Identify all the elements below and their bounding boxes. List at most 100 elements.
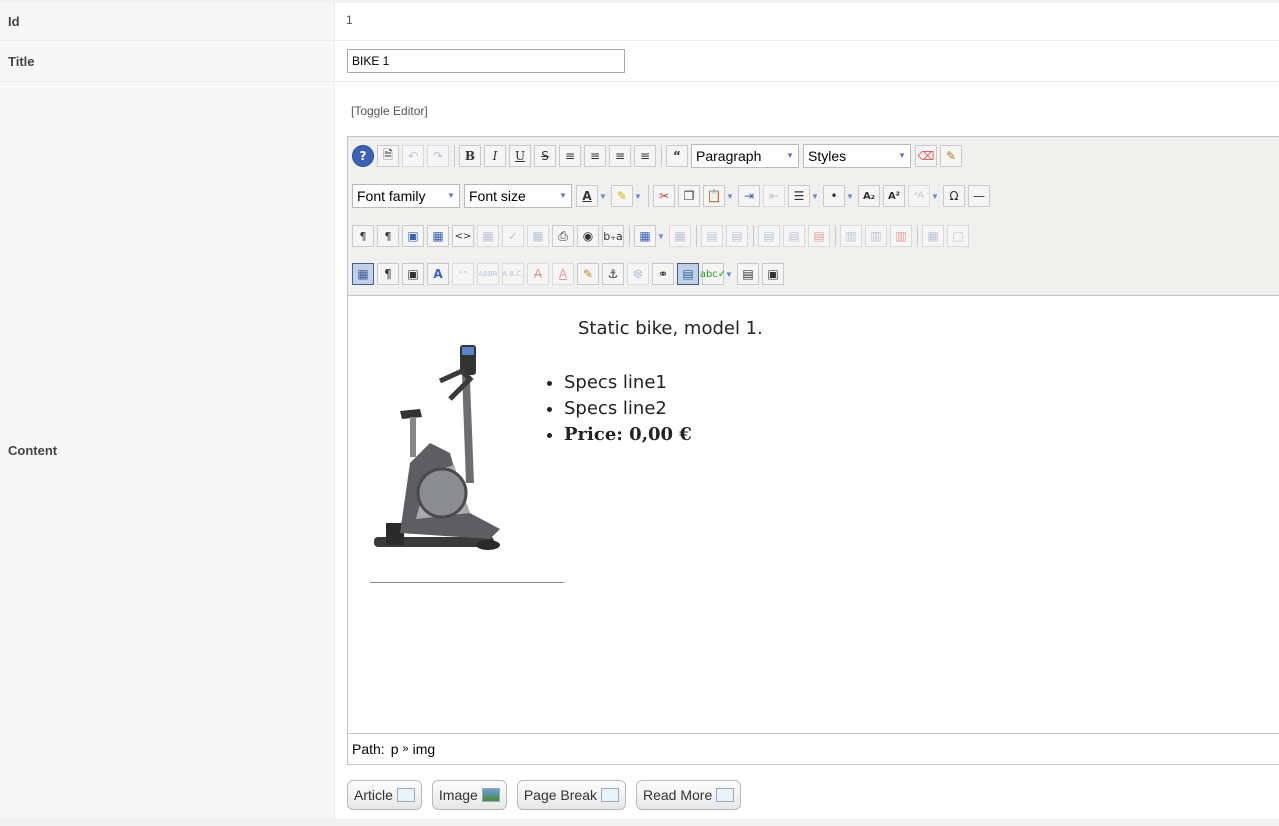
abbreviation-icon[interactable]: ABBR bbox=[477, 263, 499, 285]
separator bbox=[917, 225, 918, 247]
table-col-after-icon[interactable]: ▥ bbox=[865, 225, 887, 247]
replace-icon[interactable]: b₊a bbox=[602, 225, 624, 247]
acronym-icon[interactable]: A.B.C. bbox=[502, 263, 524, 285]
show-blocks-icon[interactable]: ¶ bbox=[377, 263, 399, 285]
toggle-editor-link[interactable]: [Toggle Editor] bbox=[351, 104, 428, 118]
spellcheck-icon[interactable]: abc✓ bbox=[700, 263, 726, 285]
table-col-before-icon[interactable]: ▥ bbox=[840, 225, 862, 247]
insert-time-icon[interactable]: ✓ bbox=[502, 225, 524, 247]
link-icon[interactable]: ⚭ bbox=[652, 263, 674, 285]
outdent-icon[interactable]: ⇤ bbox=[763, 185, 785, 207]
editor-content[interactable]: Static bike, model 1. Specs line1 Specs … bbox=[348, 296, 1279, 733]
format-select[interactable]: Paragraph ▼ bbox=[691, 144, 799, 168]
underline-icon[interactable]: U bbox=[509, 145, 531, 167]
table-row-before-icon[interactable]: ▤ bbox=[758, 225, 780, 247]
table-cell-props-icon[interactable]: ▤ bbox=[726, 225, 748, 247]
page-break-button[interactable]: Page Break bbox=[516, 780, 626, 810]
superscript-icon[interactable]: A² bbox=[883, 185, 905, 207]
char-map-icon[interactable]: Ω bbox=[943, 185, 965, 207]
styles-select[interactable]: Styles ▼ bbox=[803, 144, 911, 168]
copy-icon[interactable]: ❐ bbox=[678, 185, 700, 207]
table-split-cells-icon[interactable]: ▦ bbox=[922, 225, 944, 247]
ltr-icon[interactable]: ¶ bbox=[352, 225, 374, 247]
code-icon[interactable]: <> bbox=[452, 225, 474, 247]
align-justify-icon[interactable]: ≡ bbox=[559, 145, 581, 167]
font-color-split[interactable]: A ▼ bbox=[576, 185, 608, 207]
highlight-color-icon[interactable]: ✎ bbox=[611, 185, 633, 207]
chevron-down-icon[interactable]: ▼ bbox=[725, 185, 735, 207]
read-more-button[interactable]: Read More bbox=[636, 780, 742, 810]
attribs-icon[interactable]: ✎ bbox=[577, 263, 599, 285]
chevron-down-icon[interactable]: ▼ bbox=[845, 185, 855, 207]
path-item-img[interactable]: img bbox=[413, 741, 436, 757]
font-family-select[interactable]: Font family ▼ bbox=[352, 184, 460, 208]
highlight-color-split[interactable]: ✎ ▼ bbox=[611, 185, 643, 207]
delete-table-icon[interactable]: ▦ bbox=[669, 225, 691, 247]
italic-icon[interactable]: I bbox=[484, 145, 506, 167]
find-icon[interactable]: ◉ bbox=[577, 225, 599, 247]
visual-aid-icon[interactable]: ▦ bbox=[352, 263, 374, 285]
unlink-icon[interactable]: ❆ bbox=[627, 263, 649, 285]
paste-split[interactable]: 📋 ▼ bbox=[703, 185, 735, 207]
delete-text-icon[interactable]: A bbox=[527, 263, 549, 285]
title-input[interactable] bbox=[347, 49, 625, 73]
align-right-icon[interactable]: ≡ bbox=[634, 145, 656, 167]
chevron-down-icon[interactable]: ▼ bbox=[656, 225, 666, 247]
indent-icon[interactable]: ⇥ bbox=[738, 185, 760, 207]
preview-icon[interactable]: ▦ bbox=[527, 225, 549, 247]
print-icon[interactable]: ⎙ bbox=[552, 225, 574, 247]
insert-text-icon[interactable]: A bbox=[552, 263, 574, 285]
chevron-down-icon[interactable]: ▼ bbox=[810, 185, 820, 207]
cut-icon[interactable]: ✂ bbox=[653, 185, 675, 207]
bullet-list-icon[interactable]: • bbox=[823, 185, 845, 207]
pagebreak-icon[interactable]: ▤ bbox=[737, 263, 759, 285]
undo-icon[interactable]: ↶ bbox=[402, 145, 424, 167]
horizontal-rule-icon[interactable]: — bbox=[968, 185, 990, 207]
table-merge-cells-icon[interactable]: □ bbox=[947, 225, 969, 247]
table-row-after-icon[interactable]: ▤ bbox=[783, 225, 805, 247]
chevron-down-icon[interactable]: ▼ bbox=[633, 185, 643, 207]
cleanup-icon[interactable]: ✎ bbox=[940, 145, 962, 167]
table-row-props-icon[interactable]: ▤ bbox=[701, 225, 723, 247]
layer-icon[interactable]: ▣ bbox=[762, 263, 784, 285]
table-col-delete-icon[interactable]: ▥ bbox=[890, 225, 912, 247]
numbered-list-icon[interactable]: ☰ bbox=[788, 185, 810, 207]
citation-icon[interactable]: “” bbox=[452, 263, 474, 285]
text-direction-split[interactable]: ᵃA ▼ bbox=[908, 185, 940, 207]
bold-icon[interactable]: B bbox=[459, 145, 481, 167]
path-item-p[interactable]: p bbox=[391, 741, 399, 757]
table-row-delete-icon[interactable]: ▤ bbox=[808, 225, 830, 247]
paste-icon[interactable]: 📋 bbox=[703, 185, 725, 207]
help-icon[interactable]: ? bbox=[352, 145, 374, 167]
bullet-list-split[interactable]: • ▼ bbox=[823, 185, 855, 207]
remove-format-icon[interactable]: ⌫ bbox=[915, 145, 937, 167]
align-left-icon[interactable]: ≡ bbox=[609, 145, 631, 167]
text-direction-icon[interactable]: ᵃA bbox=[908, 185, 930, 207]
image-button[interactable]: Image bbox=[431, 780, 507, 810]
template-icon[interactable]: ▦ bbox=[427, 225, 449, 247]
blockquote-icon[interactable]: “ bbox=[666, 145, 688, 167]
insert-date-icon[interactable]: ▦ bbox=[477, 225, 499, 247]
font-size-select[interactable]: Font size ▼ bbox=[464, 184, 572, 208]
subscript-icon[interactable]: A₂ bbox=[858, 185, 880, 207]
rtl-icon[interactable]: ¶ bbox=[377, 225, 399, 247]
chevron-down-icon[interactable]: ▼ bbox=[724, 263, 734, 285]
font-color-icon[interactable]: A bbox=[576, 185, 598, 207]
numbered-list-split[interactable]: ☰ ▼ bbox=[788, 185, 820, 207]
fullscreen-icon[interactable]: ▣ bbox=[402, 225, 424, 247]
style-props-icon[interactable]: ▣ bbox=[402, 263, 424, 285]
strikethrough-icon[interactable]: S bbox=[534, 145, 556, 167]
exercise-bike-image[interactable] bbox=[370, 333, 530, 563]
align-center-icon[interactable]: ≡ bbox=[584, 145, 606, 167]
anchor-icon[interactable]: ⚓ bbox=[602, 263, 624, 285]
table-icon[interactable]: ▦ bbox=[634, 225, 656, 247]
article-button[interactable]: Article bbox=[347, 780, 422, 810]
chevron-down-icon[interactable]: ▼ bbox=[598, 185, 608, 207]
spellcheck-split[interactable]: abc✓ ▼ bbox=[700, 263, 734, 285]
redo-icon[interactable]: ↷ bbox=[427, 145, 449, 167]
image-icon[interactable]: ▤ bbox=[677, 263, 699, 285]
new-document-icon[interactable]: 🗎 bbox=[377, 145, 399, 167]
table-split[interactable]: ▦ ▼ bbox=[634, 225, 666, 247]
chevron-down-icon[interactable]: ▼ bbox=[930, 185, 940, 207]
style-icon[interactable]: A bbox=[427, 263, 449, 285]
